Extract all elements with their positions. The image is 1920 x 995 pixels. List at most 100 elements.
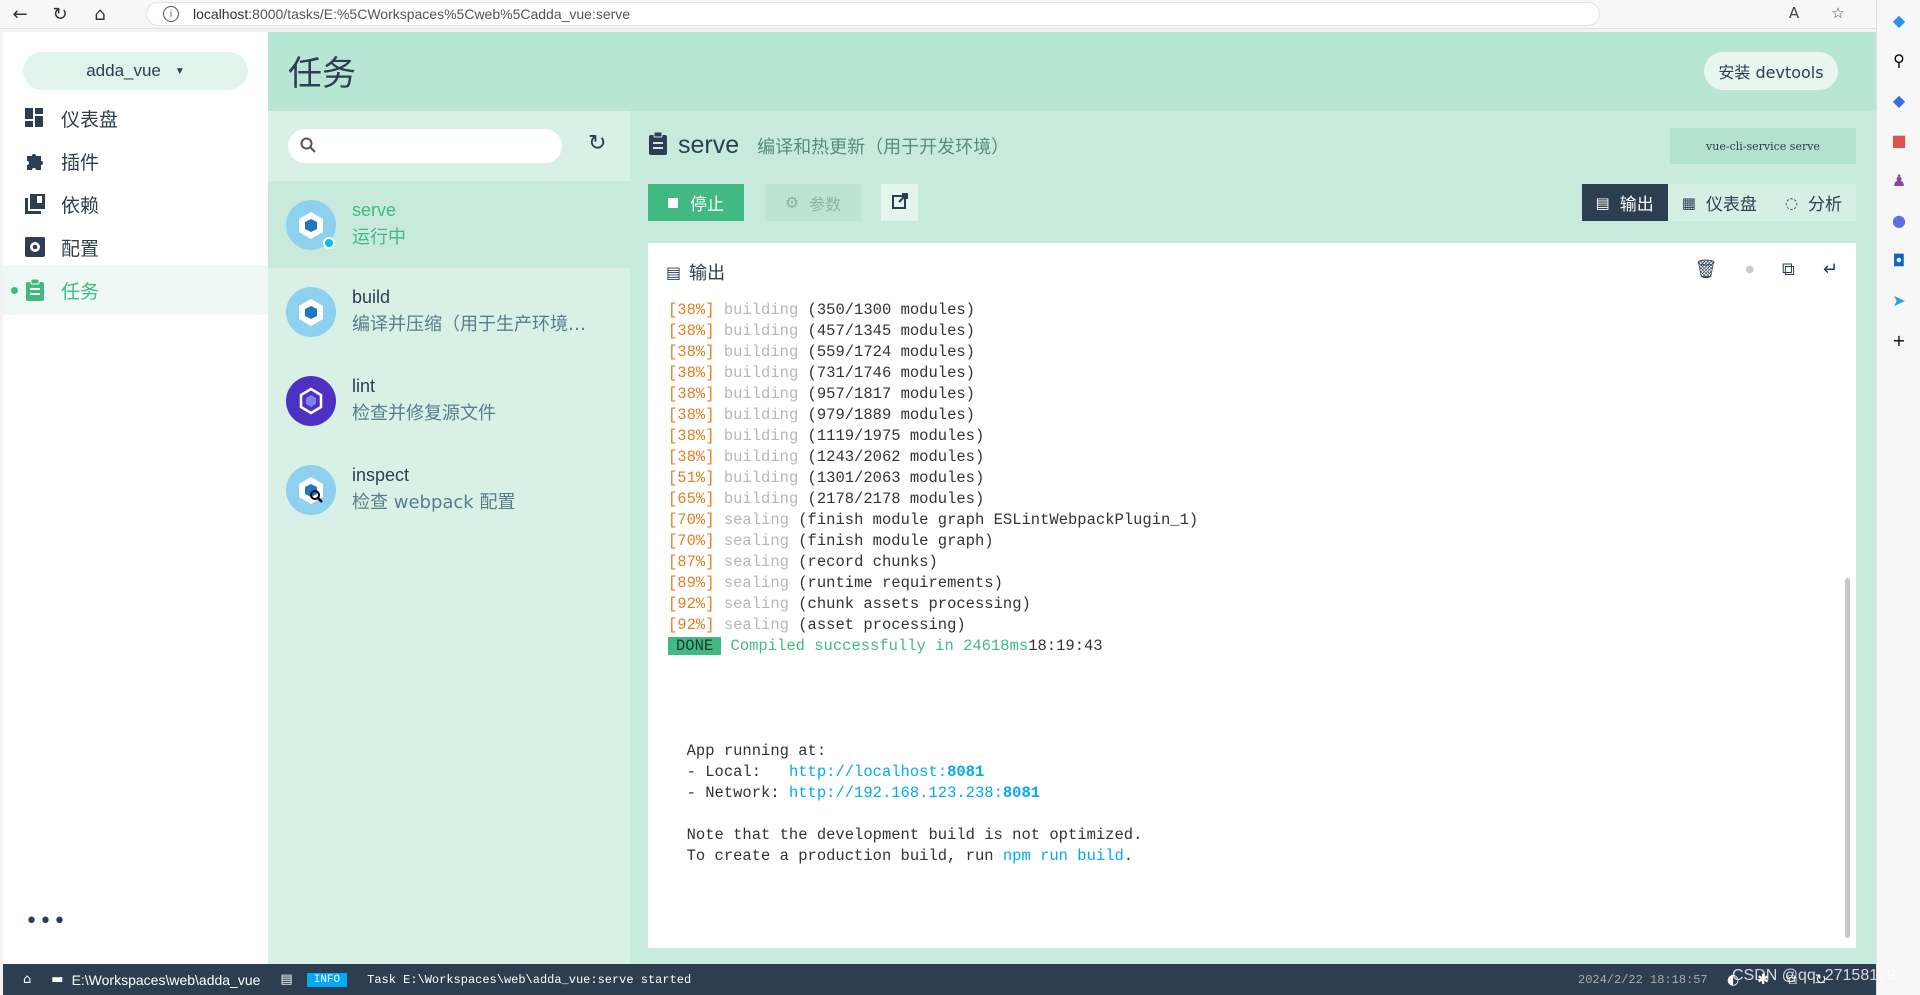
log-stage: building bbox=[723, 301, 799, 319]
url-host: localhost bbox=[193, 6, 249, 22]
more-icon[interactable]: ••• bbox=[25, 909, 67, 934]
nav-label-tasks: 任务 bbox=[61, 280, 100, 303]
favorite-star-icon[interactable]: ☆ bbox=[1816, 4, 1860, 22]
outlook-icon[interactable]: ◘ bbox=[1877, 240, 1920, 280]
log-line: [70%] sealing (finish module graph) bbox=[668, 532, 994, 550]
log-text: (979/1889 modules) bbox=[798, 406, 975, 424]
network-port: 8081 bbox=[1002, 784, 1041, 802]
info-icon[interactable]: i bbox=[163, 6, 179, 22]
tag-icon[interactable]: ◆ bbox=[1877, 80, 1920, 120]
task-detail: serve 编译和热更新（用于开发环境） vue-cli-service ser… bbox=[630, 111, 1876, 964]
address-bar[interactable]: i localhost:8000/tasks/E:%5CWorkspaces%5… bbox=[146, 2, 1600, 26]
log-text: (731/1746 modules) bbox=[798, 364, 975, 382]
log-icon[interactable]: ▤ bbox=[280, 972, 292, 987]
project-path[interactable]: E:\Workspaces\web\adda_vue bbox=[72, 972, 261, 988]
tab-analyzer[interactable]: ◌ 分析 bbox=[1770, 184, 1856, 221]
refresh-icon[interactable]: ↻ bbox=[588, 131, 606, 156]
task-search-input[interactable] bbox=[288, 129, 562, 163]
done-time: 18:19:43 bbox=[1028, 637, 1103, 655]
active-dot bbox=[11, 286, 18, 294]
clear-icon[interactable]: 🗑 bbox=[1694, 259, 1717, 280]
dashboard-icon bbox=[23, 106, 47, 130]
note-line-2-pre: To create a production build, run bbox=[686, 847, 1003, 865]
network-url-text: http://192.168.123.238: bbox=[788, 784, 1003, 802]
parameters-label: 参数 bbox=[809, 194, 842, 214]
add-icon[interactable]: + bbox=[1877, 320, 1920, 360]
log-stage: building bbox=[723, 364, 799, 382]
network-label: - Network: bbox=[686, 784, 789, 802]
search-icon[interactable]: ⚲ bbox=[1877, 40, 1920, 80]
output-title: ▤ 输出 bbox=[666, 259, 725, 285]
status-bar: ⌂ ▬ E:\Workspaces\web\adda_vue ▤ INFO Ta… bbox=[3, 964, 1876, 995]
open-external-button[interactable] bbox=[881, 184, 918, 221]
page-title: 任务 bbox=[288, 54, 356, 94]
log-text: (chunk assets processing) bbox=[788, 595, 1031, 613]
task-desc: 运行中 bbox=[352, 227, 406, 248]
task-name: serve bbox=[352, 200, 397, 220]
nav-item-tasks[interactable]: 任务 bbox=[3, 265, 268, 315]
webpack-inspect-icon bbox=[286, 464, 336, 515]
copilot-icon[interactable]: ◆ bbox=[1877, 0, 1920, 40]
log-stage: building bbox=[723, 385, 799, 403]
home-icon[interactable]: ⌂ bbox=[23, 972, 31, 987]
task-item-build[interactable]: build 编译并压缩（用于生产环境… bbox=[268, 268, 630, 355]
log-percent: [87%] bbox=[668, 553, 715, 571]
output-panel: ▤ 输出 🗑 ● ⧉ ↵ [38%] building (350/1300 mo… bbox=[648, 243, 1856, 948]
project-selector[interactable]: adda_vue ▼ bbox=[23, 52, 248, 90]
home-icon[interactable]: ⌂ bbox=[80, 0, 120, 28]
local-label: - Local: bbox=[686, 763, 789, 781]
browser-toolbar: ← ↻ ⌂ i localhost:8000/tasks/E:%5CWorksp… bbox=[0, 0, 1920, 29]
log-percent: [70%] bbox=[668, 532, 715, 550]
task-item-inspect[interactable]: inspect 检查 webpack 配置 bbox=[268, 446, 630, 533]
log-line: [38%] building (350/1300 modules) bbox=[668, 301, 975, 319]
log-percent: [38%] bbox=[668, 427, 715, 445]
log-percent: [38%] bbox=[668, 343, 715, 361]
tab-dashboard[interactable]: ▦ 仪表盘 bbox=[1667, 184, 1771, 221]
dashboard-icon: ▦ bbox=[1681, 193, 1696, 212]
task-item-lint[interactable]: lint 检查并修复源文件 bbox=[268, 357, 630, 444]
task-item-serve[interactable]: serve 运行中 bbox=[268, 181, 630, 268]
log-percent: [38%] bbox=[668, 448, 715, 466]
log-text: (2178/2178 modules) bbox=[798, 490, 985, 508]
parameters-button[interactable]: ⚙ 参数 bbox=[765, 184, 861, 221]
clipboard-icon bbox=[23, 278, 47, 302]
install-devtools-button[interactable]: 安装 devtools bbox=[1704, 52, 1838, 90]
tab-output[interactable]: ▤ 输出 bbox=[1581, 184, 1668, 221]
log-stage: sealing bbox=[723, 595, 789, 613]
reload-icon[interactable]: ↻ bbox=[40, 0, 80, 28]
log-line: [70%] sealing (finish module graph ESLin… bbox=[668, 511, 1198, 529]
copy-icon[interactable]: ⧉ bbox=[1782, 259, 1795, 280]
network-url[interactable]: http://192.168.123.238:8081 bbox=[789, 784, 1040, 802]
nav-label-dashboard: 仪表盘 bbox=[61, 108, 119, 131]
back-icon[interactable]: ← bbox=[0, 0, 40, 28]
send-icon[interactable]: ➤ bbox=[1877, 280, 1920, 320]
local-url[interactable]: http://localhost:8081 bbox=[789, 763, 984, 781]
log-percent: [51%] bbox=[668, 469, 715, 487]
task-name: lint bbox=[352, 376, 376, 396]
games-icon[interactable]: ♟ bbox=[1877, 160, 1920, 200]
nav-label-dependencies: 依赖 bbox=[61, 194, 100, 217]
open-in-new-icon bbox=[891, 192, 908, 213]
read-aloud-icon[interactable]: A bbox=[1772, 4, 1816, 22]
log-line: [38%] building (457/1345 modules) bbox=[668, 322, 975, 340]
last-log-message[interactable]: Task E:\Workspaces\web\adda_vue:serve st… bbox=[367, 973, 691, 987]
done-line: DONE Compiled successfully in 24618ms18:… bbox=[668, 637, 1103, 655]
task-command: vue-cli-service serve bbox=[1670, 128, 1856, 164]
log-stage: sealing bbox=[723, 616, 789, 634]
log-stage: sealing bbox=[723, 511, 789, 529]
log-percent: [38%] bbox=[668, 322, 715, 340]
briefcase-icon[interactable]: ■ bbox=[1877, 120, 1920, 160]
stop-button[interactable]: 停止 bbox=[648, 184, 744, 221]
folder-icon[interactable]: ▬ bbox=[51, 972, 63, 987]
m365-icon[interactable]: ● bbox=[1877, 200, 1920, 240]
output-scrollbar[interactable] bbox=[1845, 578, 1850, 938]
main-header: 任务 安装 devtools bbox=[268, 32, 1876, 111]
note-line-1: Note that the development build is not o… bbox=[686, 826, 1143, 844]
log-stage: building bbox=[723, 322, 799, 340]
build-command: npm run build bbox=[1002, 847, 1124, 865]
log-text: (finish module graph ESLintWebpackPlugin… bbox=[788, 511, 1199, 529]
browser-sidebar: ◆ ⚲ ◆ ■ ♟ ● ◘ ➤ + bbox=[1876, 0, 1920, 995]
log-stage: building bbox=[723, 406, 799, 424]
log-text: (asset processing) bbox=[788, 616, 966, 634]
wrap-icon[interactable]: ↵ bbox=[1823, 259, 1838, 280]
